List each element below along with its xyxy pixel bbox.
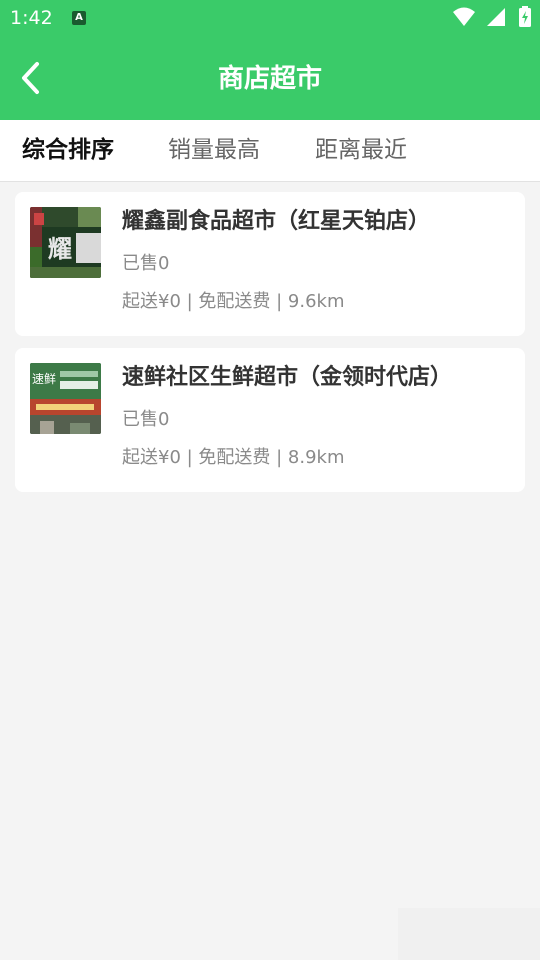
store-card[interactable]: 耀 耀鑫副食品超市（红星天铂店） 已售0 起送¥0 | 免配送费 | 9.6km: [15, 192, 525, 336]
sort-tabs: 综合排序 销量最高 距离最近: [0, 120, 540, 182]
status-icons: [452, 6, 532, 30]
store-sold-count: 已售0: [122, 409, 170, 430]
battery-icon: [519, 6, 531, 27]
tab-comprehensive-sort[interactable]: 综合排序: [22, 133, 114, 167]
app-bar: 1:42 A 商店超市: [0, 0, 540, 120]
svg-text:速鲜: 速鲜: [32, 372, 56, 386]
store-delivery-info: 起送¥0 | 免配送费 | 8.9km: [122, 447, 345, 468]
store-name: 速鲜社区生鲜超市（金领时代店）: [122, 365, 453, 390]
store-sold-count: 已售0: [122, 253, 170, 274]
signal-icon: [486, 8, 505, 26]
wifi-icon: [452, 7, 475, 26]
background-panel: [398, 908, 540, 960]
store-card[interactable]: 速鲜 速鲜社区生鲜超市（金领时代店） 已售0 起送¥0 | 免配送费 | 8.9…: [15, 348, 525, 492]
store-delivery-info: 起送¥0 | 免配送费 | 9.6km: [122, 291, 345, 312]
status-bar: 1:42 A: [0, 0, 540, 38]
page-title: 商店超市: [217, 64, 322, 94]
store-thumbnail: 速鲜: [30, 363, 101, 434]
status-time: 1:42: [10, 7, 53, 29]
svg-text:耀: 耀: [48, 235, 72, 263]
tab-nearest-distance[interactable]: 距离最近: [315, 133, 407, 167]
tab-highest-sales[interactable]: 销量最高: [168, 133, 260, 167]
store-name: 耀鑫副食品超市（红星天铂店）: [122, 209, 431, 234]
store-thumbnail: 耀: [30, 207, 101, 278]
notification-icon: A: [72, 11, 86, 25]
